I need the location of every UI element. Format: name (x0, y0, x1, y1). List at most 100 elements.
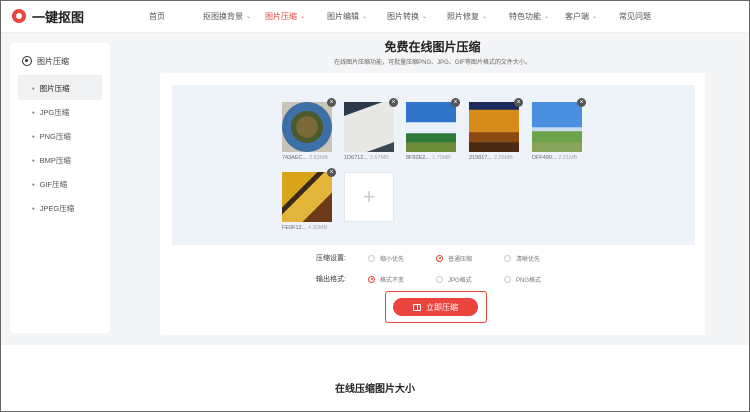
compress-button-highlight: 立即压缩 (385, 291, 487, 323)
section-title: 在线压缩图片大小 (335, 384, 415, 395)
sidebar-item[interactable]: JPG压缩 (18, 100, 102, 124)
radio-dot-icon (368, 254, 375, 262)
compress-button-label: 立即压缩 (426, 302, 458, 312)
logo-text: 一键抠图 (32, 9, 85, 25)
file-caption: 1D6712... 2.67MB (344, 155, 389, 161)
radio-label: 普通压缩 (448, 256, 473, 263)
nav-item-8[interactable]: 常见问题 (619, 11, 651, 22)
output-format-row: 输出格式: 格式不变 JPG格式 PNG格式 (316, 274, 572, 284)
bottom-section (0, 345, 750, 412)
file-thumbnail[interactable]: × (532, 98, 586, 152)
file-thumbnail[interactable]: × (469, 98, 523, 152)
radio-label: 缩小优先 (380, 256, 405, 263)
nav-item-label: 常见问题 (619, 11, 651, 21)
thumbnail-image (282, 172, 332, 222)
thumbnail-image (406, 102, 456, 152)
logo[interactable]: 一键抠图 (12, 7, 137, 26)
file-size: 1.70MB (431, 155, 451, 161)
thumbnail-image (532, 102, 582, 152)
radio-option[interactable]: PNG格式 (504, 275, 572, 284)
nav-item-2[interactable]: 图片压缩 ⌄ (265, 11, 327, 22)
page-subtitle: 在线图片压缩功能，可批量压缩PNG、JPG、GIF等图片格式的文件大小。 (334, 60, 531, 66)
compress-setting-row: 压缩设置: 缩小优先 普通压缩 清晰优先 (316, 253, 572, 263)
chevron-down-icon: ⌄ (422, 13, 428, 20)
file-thumbnail[interactable]: × (282, 98, 336, 152)
nav-item-label: 客户端 (565, 11, 589, 21)
file-size: 2.67MB (369, 155, 389, 161)
sidebar-title: 图片压缩 (10, 43, 110, 69)
file-thumbnail[interactable]: × (406, 98, 460, 152)
nav-item-1[interactable]: 抠图换背景 ⌄ (203, 11, 265, 22)
close-icon[interactable]: × (451, 98, 460, 107)
radio-option[interactable]: 普通压缩 (436, 254, 504, 263)
close-icon[interactable]: × (327, 98, 336, 107)
radio-option[interactable]: 缩小优先 (368, 254, 436, 263)
upload-area[interactable]: × 743AEC... 2.63MB × 1D6712... 2.67MB × 8F92E2.… (172, 85, 695, 245)
radio-label: JPG格式 (448, 277, 472, 284)
radio-option[interactable]: JPG格式 (436, 275, 504, 284)
nav-item-label: 图片压缩 (265, 11, 297, 21)
file-name: 219817... (469, 155, 492, 161)
radio-dot-icon (504, 254, 511, 262)
sidebar-item[interactable]: GIF压缩 (18, 172, 102, 196)
thumbnail-image (344, 102, 394, 152)
thumbnail-image (469, 102, 519, 152)
nav-item-0[interactable]: 首页 (149, 11, 203, 22)
sidebar-item[interactable]: BMP压缩 (18, 148, 102, 172)
main-nav: 首页 抠图换背景 ⌄ 图片压缩 ⌄ 图片编辑 ⌄ 图片转换 ⌄ 照片修复 ⌄ 特色功能 ⌄ 客户端 ⌄ 常见问… (137, 11, 651, 22)
chevron-down-icon: ⌄ (362, 13, 368, 20)
sidebar-list: 图片压缩JPG压缩PNG压缩BMP压缩GIF压缩JPEG压缩 (10, 76, 110, 220)
radio-label: PNG格式 (516, 277, 542, 284)
file-caption: 743AEC... 2.63MB (282, 155, 328, 161)
nav-item-label: 首页 (149, 11, 165, 21)
file-name: FE0F12... (282, 225, 307, 231)
target-icon (22, 56, 32, 66)
sidebar: 图片压缩 图片压缩JPG压缩PNG压缩BMP压缩GIF压缩JPEG压缩 (10, 43, 110, 333)
nav-item-label: 图片编辑 (327, 11, 359, 21)
nav-item-3[interactable]: 图片编辑 ⌄ (327, 11, 387, 22)
sidebar-item[interactable]: 图片压缩 (18, 76, 102, 100)
radio-label: 清晰优先 (516, 256, 541, 263)
file-size: 2.63MB (309, 155, 329, 161)
nav-item-label: 特色功能 (509, 11, 541, 21)
compress-setting-label: 压缩设置: (316, 255, 346, 262)
file-size: 2.21MB (558, 155, 578, 161)
sidebar-item[interactable]: JPEG压缩 (18, 196, 102, 220)
file-caption: 8F92E2... 1.70MB (406, 155, 451, 161)
close-icon[interactable]: × (327, 168, 336, 177)
radio-label: 格式不变 (380, 277, 405, 284)
thumbnail-image (282, 102, 332, 152)
nav-item-label: 照片修复 (447, 11, 479, 21)
file-thumbnail[interactable]: × (344, 98, 398, 152)
file-size: 4.30MB (308, 225, 328, 231)
file-name: 1D6712... (344, 155, 368, 161)
radio-dot-icon (368, 275, 375, 283)
nav-item-4[interactable]: 图片转换 ⌄ (387, 11, 447, 22)
close-icon[interactable]: × (514, 98, 523, 107)
nav-item-6[interactable]: 特色功能 ⌄ (509, 11, 565, 22)
file-thumbnail[interactable]: × (282, 168, 336, 222)
radio-dot-icon (504, 275, 511, 283)
output-format-options: 格式不变 JPG格式 PNG格式 (368, 275, 572, 284)
sidebar-title-text: 图片压缩 (37, 56, 69, 66)
file-name: 743AEC... (282, 155, 308, 161)
chevron-down-icon: ⌄ (592, 13, 598, 20)
file-caption: FE0F12... 4.30MB (282, 225, 327, 231)
nav-item-7[interactable]: 客户端 ⌄ (565, 11, 619, 22)
nav-item-label: 图片转换 (387, 11, 419, 21)
nav-item-5[interactable]: 照片修复 ⌄ (447, 11, 509, 22)
close-icon[interactable]: × (389, 98, 398, 107)
sidebar-item[interactable]: PNG压缩 (18, 124, 102, 148)
radio-dot-icon (436, 275, 443, 283)
close-icon[interactable]: × (577, 98, 586, 107)
chevron-down-icon: ⌄ (482, 13, 488, 20)
radio-option[interactable]: 清晰优先 (504, 254, 572, 263)
compress-setting-options: 缩小优先 普通压缩 清晰优先 (368, 254, 572, 263)
output-format-label: 输出格式: (316, 276, 346, 283)
top-header: 一键抠图 首页 抠图换背景 ⌄ 图片压缩 ⌄ 图片编辑 ⌄ 图片转换 ⌄ 照片修复 ⌄ 特色功能 ⌄ 客户… (0, 0, 750, 33)
plus-icon[interactable]: + (344, 172, 394, 222)
file-caption: 219817... 2.26MB (469, 155, 513, 161)
radio-option[interactable]: 格式不变 (368, 275, 436, 284)
compress-button[interactable]: 立即压缩 (393, 298, 478, 316)
compress-icon (413, 303, 421, 311)
